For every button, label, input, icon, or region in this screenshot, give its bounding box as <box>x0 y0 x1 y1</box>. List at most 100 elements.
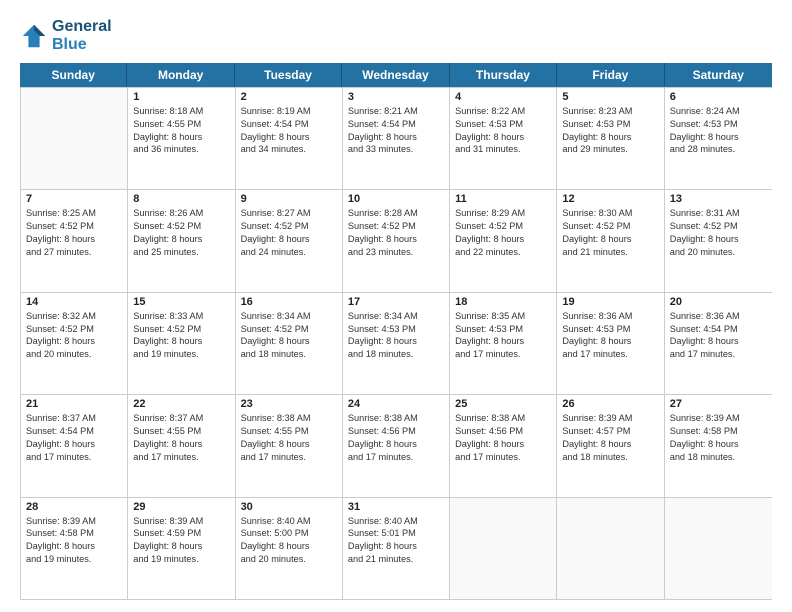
daylight-text-2: and 34 minutes. <box>241 143 337 156</box>
calendar-row-2: 14Sunrise: 8:32 AMSunset: 4:52 PMDayligh… <box>21 292 772 394</box>
daylight-text-2: and 36 minutes. <box>133 143 229 156</box>
sunrise-text: Sunrise: 8:22 AM <box>455 105 551 118</box>
sunrise-text: Sunrise: 8:23 AM <box>562 105 658 118</box>
header-day-tuesday: Tuesday <box>235 63 342 87</box>
sunset-text: Sunset: 4:53 PM <box>562 118 658 131</box>
day-number: 29 <box>133 501 229 513</box>
sunrise-text: Sunrise: 8:34 AM <box>348 310 444 323</box>
daylight-text-1: Daylight: 8 hours <box>670 131 767 144</box>
header-day-wednesday: Wednesday <box>342 63 449 87</box>
empty-cell-0-0 <box>21 88 128 189</box>
day-cell-2: 2Sunrise: 8:19 AMSunset: 4:54 PMDaylight… <box>236 88 343 189</box>
daylight-text-2: and 17 minutes. <box>133 451 229 464</box>
day-number: 1 <box>133 91 229 103</box>
daylight-text-2: and 18 minutes. <box>670 451 767 464</box>
daylight-text-1: Daylight: 8 hours <box>670 335 767 348</box>
daylight-text-1: Daylight: 8 hours <box>670 233 767 246</box>
sunrise-text: Sunrise: 8:40 AM <box>348 515 444 528</box>
daylight-text-1: Daylight: 8 hours <box>455 233 551 246</box>
sunset-text: Sunset: 4:52 PM <box>670 220 767 233</box>
sunset-text: Sunset: 5:00 PM <box>241 527 337 540</box>
sunrise-text: Sunrise: 8:31 AM <box>670 207 767 220</box>
daylight-text-1: Daylight: 8 hours <box>133 540 229 553</box>
sunset-text: Sunset: 4:55 PM <box>133 118 229 131</box>
daylight-text-2: and 21 minutes. <box>562 246 658 259</box>
calendar-row-4: 28Sunrise: 8:39 AMSunset: 4:58 PMDayligh… <box>21 497 772 599</box>
day-cell-26: 26Sunrise: 8:39 AMSunset: 4:57 PMDayligh… <box>557 395 664 496</box>
day-number: 3 <box>348 91 444 103</box>
header: General Blue <box>20 18 772 55</box>
daylight-text-2: and 24 minutes. <box>241 246 337 259</box>
daylight-text-2: and 20 minutes. <box>241 553 337 566</box>
day-number: 5 <box>562 91 658 103</box>
sunrise-text: Sunrise: 8:34 AM <box>241 310 337 323</box>
day-number: 23 <box>241 398 337 410</box>
day-number: 20 <box>670 296 767 308</box>
daylight-text-1: Daylight: 8 hours <box>133 438 229 451</box>
daylight-text-2: and 19 minutes. <box>133 553 229 566</box>
daylight-text-1: Daylight: 8 hours <box>455 131 551 144</box>
day-cell-9: 9Sunrise: 8:27 AMSunset: 4:52 PMDaylight… <box>236 190 343 291</box>
sunrise-text: Sunrise: 8:39 AM <box>562 412 658 425</box>
daylight-text-2: and 28 minutes. <box>670 143 767 156</box>
sunset-text: Sunset: 4:52 PM <box>133 220 229 233</box>
day-cell-28: 28Sunrise: 8:39 AMSunset: 4:58 PMDayligh… <box>21 498 128 599</box>
daylight-text-2: and 19 minutes. <box>26 553 122 566</box>
day-cell-19: 19Sunrise: 8:36 AMSunset: 4:53 PMDayligh… <box>557 293 664 394</box>
sunset-text: Sunset: 4:53 PM <box>455 118 551 131</box>
daylight-text-1: Daylight: 8 hours <box>455 438 551 451</box>
sunset-text: Sunset: 4:52 PM <box>133 323 229 336</box>
sunrise-text: Sunrise: 8:18 AM <box>133 105 229 118</box>
sunrise-text: Sunrise: 8:33 AM <box>133 310 229 323</box>
daylight-text-1: Daylight: 8 hours <box>241 540 337 553</box>
sunset-text: Sunset: 4:55 PM <box>241 425 337 438</box>
sunset-text: Sunset: 4:53 PM <box>562 323 658 336</box>
daylight-text-2: and 18 minutes. <box>562 451 658 464</box>
daylight-text-1: Daylight: 8 hours <box>348 233 444 246</box>
sunrise-text: Sunrise: 8:29 AM <box>455 207 551 220</box>
sunset-text: Sunset: 4:53 PM <box>348 323 444 336</box>
sunset-text: Sunset: 4:59 PM <box>133 527 229 540</box>
sunset-text: Sunset: 4:57 PM <box>562 425 658 438</box>
daylight-text-2: and 18 minutes. <box>241 348 337 361</box>
sunrise-text: Sunrise: 8:39 AM <box>133 515 229 528</box>
daylight-text-2: and 22 minutes. <box>455 246 551 259</box>
sunrise-text: Sunrise: 8:39 AM <box>26 515 122 528</box>
sunset-text: Sunset: 4:53 PM <box>455 323 551 336</box>
day-cell-5: 5Sunrise: 8:23 AMSunset: 4:53 PMDaylight… <box>557 88 664 189</box>
day-cell-27: 27Sunrise: 8:39 AMSunset: 4:58 PMDayligh… <box>665 395 772 496</box>
day-cell-18: 18Sunrise: 8:35 AMSunset: 4:53 PMDayligh… <box>450 293 557 394</box>
empty-cell-4-6 <box>665 498 772 599</box>
day-number: 16 <box>241 296 337 308</box>
daylight-text-2: and 17 minutes. <box>348 451 444 464</box>
sunrise-text: Sunrise: 8:40 AM <box>241 515 337 528</box>
header-day-friday: Friday <box>557 63 664 87</box>
day-number: 2 <box>241 91 337 103</box>
sunrise-text: Sunrise: 8:37 AM <box>26 412 122 425</box>
daylight-text-2: and 23 minutes. <box>348 246 444 259</box>
day-cell-6: 6Sunrise: 8:24 AMSunset: 4:53 PMDaylight… <box>665 88 772 189</box>
day-cell-23: 23Sunrise: 8:38 AMSunset: 4:55 PMDayligh… <box>236 395 343 496</box>
day-number: 19 <box>562 296 658 308</box>
daylight-text-1: Daylight: 8 hours <box>133 233 229 246</box>
daylight-text-1: Daylight: 8 hours <box>133 335 229 348</box>
sunset-text: Sunset: 4:58 PM <box>670 425 767 438</box>
sunrise-text: Sunrise: 8:32 AM <box>26 310 122 323</box>
sunrise-text: Sunrise: 8:19 AM <box>241 105 337 118</box>
day-number: 18 <box>455 296 551 308</box>
sunset-text: Sunset: 4:53 PM <box>670 118 767 131</box>
logo-text: General Blue <box>52 18 112 55</box>
daylight-text-2: and 20 minutes. <box>26 348 122 361</box>
day-number: 17 <box>348 296 444 308</box>
sunset-text: Sunset: 4:58 PM <box>26 527 122 540</box>
daylight-text-1: Daylight: 8 hours <box>348 540 444 553</box>
calendar: SundayMondayTuesdayWednesdayThursdayFrid… <box>20 63 772 600</box>
day-number: 8 <box>133 193 229 205</box>
daylight-text-1: Daylight: 8 hours <box>241 335 337 348</box>
day-number: 13 <box>670 193 767 205</box>
header-day-monday: Monday <box>127 63 234 87</box>
sunrise-text: Sunrise: 8:36 AM <box>562 310 658 323</box>
daylight-text-1: Daylight: 8 hours <box>348 131 444 144</box>
daylight-text-1: Daylight: 8 hours <box>26 233 122 246</box>
daylight-text-1: Daylight: 8 hours <box>562 438 658 451</box>
